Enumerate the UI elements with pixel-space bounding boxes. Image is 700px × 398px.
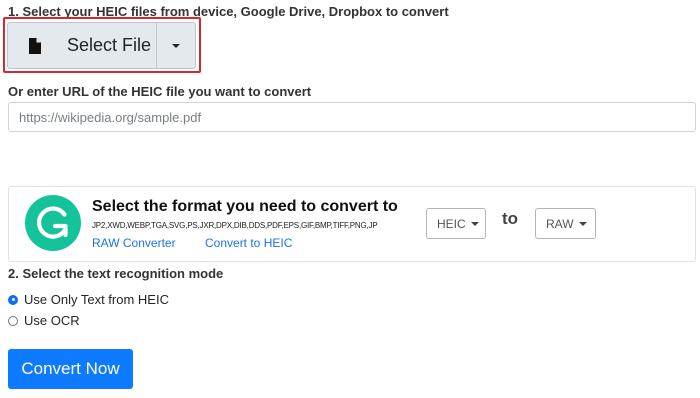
convert-to-heic-link[interactable]: Convert to HEIC — [205, 236, 292, 250]
select-source-dropdown[interactable] — [156, 22, 196, 69]
from-format-value: HEIC — [437, 216, 466, 231]
to-format-value: RAW — [546, 216, 574, 231]
radio-option-ocr[interactable]: Use OCR — [8, 313, 80, 328]
select-file-button[interactable]: Select File — [7, 22, 156, 69]
radio-button-checked[interactable] — [8, 294, 18, 305]
format-title: Select the format you need to convert to — [92, 198, 398, 215]
select-file-button-group: Select File — [7, 22, 196, 69]
step2-label: 2. Select the text recognition mode — [8, 266, 224, 281]
raw-converter-link[interactable]: RAW Converter — [92, 236, 176, 250]
radio-label: Use Only Text from HEIC — [24, 292, 169, 307]
caret-down-icon — [578, 221, 587, 226]
radio-option-text[interactable]: Use Only Text from HEIC — [8, 292, 169, 307]
format-list: JP2,XWD,WEBP,TGA,SVG,PS,JXR,DPX,DIB,DDS,… — [92, 221, 378, 230]
caret-down-icon — [470, 221, 479, 226]
radio-button[interactable] — [8, 315, 18, 326]
file-icon — [29, 37, 41, 54]
from-format-select[interactable]: HEIC — [426, 208, 486, 239]
g-logo-icon — [25, 195, 81, 251]
radio-label: Use OCR — [24, 313, 80, 328]
caret-down-icon — [172, 43, 180, 48]
to-format-select[interactable]: RAW — [535, 208, 596, 239]
url-input[interactable] — [8, 102, 696, 132]
select-file-label: Select File — [67, 35, 152, 55]
convert-now-button[interactable]: Convert Now — [8, 349, 133, 389]
url-label: Or enter URL of the HEIC file you want t… — [8, 84, 312, 99]
to-label: to — [502, 209, 519, 228]
